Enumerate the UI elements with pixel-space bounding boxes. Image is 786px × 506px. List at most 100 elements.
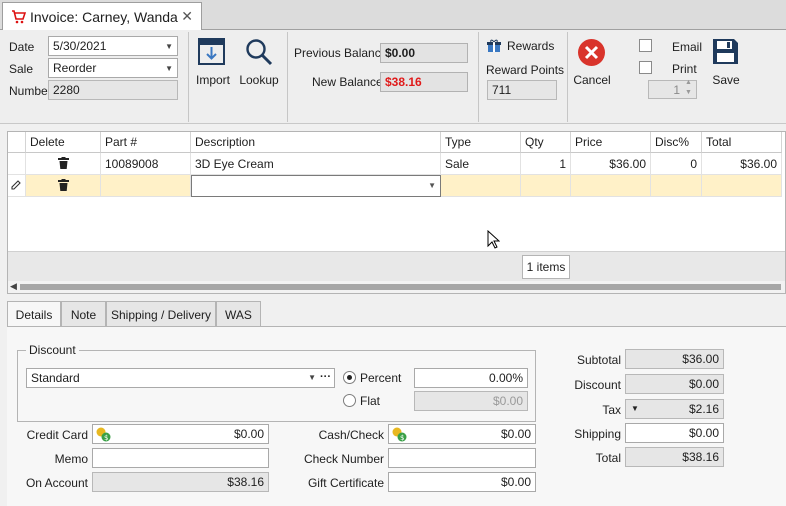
column-header-total[interactable]: Total [702, 132, 782, 153]
column-header-qty[interactable]: Qty [521, 132, 571, 153]
save-button[interactable]: Save [708, 36, 744, 92]
tab-shipping-delivery[interactable]: Shipping / Delivery [106, 301, 216, 327]
column-header-disc[interactable]: Disc% [651, 132, 702, 153]
cell-total[interactable]: $36.00 [702, 153, 782, 175]
chevron-down-icon[interactable]: ▼ [428, 181, 436, 190]
check-number-input[interactable] [388, 448, 536, 468]
new-balance-label: New Balance [312, 75, 383, 89]
column-header-type[interactable]: Type [441, 132, 521, 153]
ellipsis-button[interactable]: ··· [320, 371, 331, 383]
magnifier-icon [246, 39, 273, 66]
tax-field[interactable]: ▼ $2.16 [625, 399, 724, 419]
chevron-down-icon[interactable]: ▼ [631, 404, 639, 413]
date-picker[interactable]: 5/30/2021 ▼ [48, 36, 178, 56]
tab-details[interactable]: Details [7, 301, 61, 328]
invoice-header: Date 5/30/2021 ▼ Sale Reorder ▼ Number 2… [0, 30, 786, 124]
trash-icon [57, 157, 69, 169]
details-panel: Discount Standard ▼ ··· Percent 0.00% Fl… [7, 326, 786, 506]
spin-up-icon[interactable]: ▲ [685, 79, 692, 86]
discount-type-value: Standard [31, 371, 80, 385]
shipping-value: $0.00 [688, 426, 719, 440]
tab-note[interactable]: Note [61, 301, 106, 327]
discount-group: Discount Standard ▼ ··· Percent 0.00% Fl… [17, 343, 536, 422]
scrollbar-thumb[interactable] [20, 284, 781, 290]
on-account-label: On Account [25, 476, 88, 490]
cancel-button[interactable]: Cancel [571, 36, 613, 92]
previous-balance-field: $0.00 [380, 43, 468, 63]
subtotal-field: $36.00 [625, 349, 724, 369]
copies-value: 1 [673, 82, 680, 97]
rewards-button[interactable]: Rewards [487, 38, 554, 54]
new-balance-field: $38.16 [380, 72, 468, 92]
invoice-number-field: 2280 [48, 80, 178, 100]
shipping-label: Shipping [574, 427, 621, 441]
credit-card-input[interactable]: $ $0.00 [92, 424, 269, 444]
email-checkbox[interactable] [639, 39, 652, 52]
new-row-type[interactable] [441, 175, 521, 197]
lookup-button[interactable]: Lookup [239, 36, 279, 92]
reward-points-value: 711 [492, 83, 512, 97]
scroll-left-icon[interactable]: ◀ [10, 281, 17, 292]
row-indicator [8, 153, 26, 175]
cell-description[interactable]: 3D Eye Cream [191, 153, 441, 175]
tax-label: Tax [602, 403, 621, 417]
new-row-description-select[interactable]: ▼ [191, 175, 441, 197]
chevron-down-icon[interactable]: ▼ [308, 373, 316, 382]
new-row-qty[interactable] [521, 175, 571, 197]
trash-icon [57, 179, 69, 191]
cancel-icon [578, 39, 605, 66]
new-row-total[interactable] [702, 175, 782, 197]
new-balance-value: $38.16 [385, 75, 422, 89]
reward-points-label: Reward Points [486, 63, 565, 77]
chevron-down-icon[interactable]: ▼ [165, 64, 173, 73]
discount-total-value: $0.00 [688, 377, 719, 391]
flat-radio[interactable] [343, 394, 356, 407]
memo-label: Memo [54, 452, 88, 466]
total-field: $38.16 [625, 447, 724, 467]
invoice-tab-title: Invoice: Carney, Wanda [30, 9, 178, 25]
cell-price[interactable]: $36.00 [571, 153, 651, 175]
column-header-part[interactable]: Part # [101, 132, 191, 153]
invoice-tab[interactable]: Invoice: Carney, Wanda ✕ [2, 2, 202, 31]
import-icon [198, 38, 225, 65]
date-value: 5/30/2021 [53, 39, 107, 53]
flat-input: $0.00 [414, 391, 528, 411]
cell-type[interactable]: Sale [441, 153, 521, 175]
cell-disc[interactable]: 0 [651, 153, 702, 175]
print-checkbox[interactable] [639, 61, 652, 74]
sale-type-select[interactable]: Reorder ▼ [48, 58, 178, 78]
new-row-price[interactable] [571, 175, 651, 197]
column-header-description[interactable]: Description [191, 132, 441, 153]
total-label: Total [595, 451, 621, 465]
gift-certificate-input[interactable]: $0.00 [388, 472, 536, 492]
percent-label: Percent [360, 371, 402, 385]
new-row-delete-button[interactable] [26, 175, 101, 197]
tab-was[interactable]: WAS [216, 301, 261, 327]
coins-icon: $ [96, 427, 111, 442]
cash-check-input[interactable]: $ $0.00 [388, 424, 536, 444]
percent-input[interactable]: 0.00% [414, 368, 528, 388]
percent-radio[interactable] [343, 371, 356, 384]
horizontal-scrollbar[interactable]: ◀ [8, 281, 785, 293]
email-label: Email [672, 40, 703, 54]
shipping-input[interactable]: $0.00 [625, 423, 724, 443]
previous-balance-label: Previous Balance [294, 46, 388, 60]
svg-text:$: $ [400, 434, 404, 442]
cell-part[interactable]: 10089008 [101, 153, 191, 175]
column-header-delete[interactable]: Delete [26, 132, 101, 153]
gift-certificate-value: $0.00 [500, 475, 531, 489]
new-row-part[interactable] [101, 175, 191, 197]
memo-input[interactable] [92, 448, 269, 468]
column-header-price[interactable]: Price [571, 132, 651, 153]
close-icon[interactable]: ✕ [181, 8, 193, 25]
discount-type-select[interactable]: Standard ▼ ··· [26, 368, 335, 388]
import-button[interactable]: Import [193, 36, 233, 92]
on-account-field: $38.16 [92, 472, 269, 492]
new-row-disc[interactable] [651, 175, 702, 197]
chevron-down-icon[interactable]: ▼ [165, 42, 173, 51]
check-number-label: Check Number [303, 452, 384, 466]
reward-points-field: 711 [487, 80, 557, 100]
cell-qty[interactable]: 1 [521, 153, 571, 175]
spin-down-icon[interactable]: ▼ [685, 89, 692, 96]
delete-row-button[interactable] [26, 153, 101, 175]
